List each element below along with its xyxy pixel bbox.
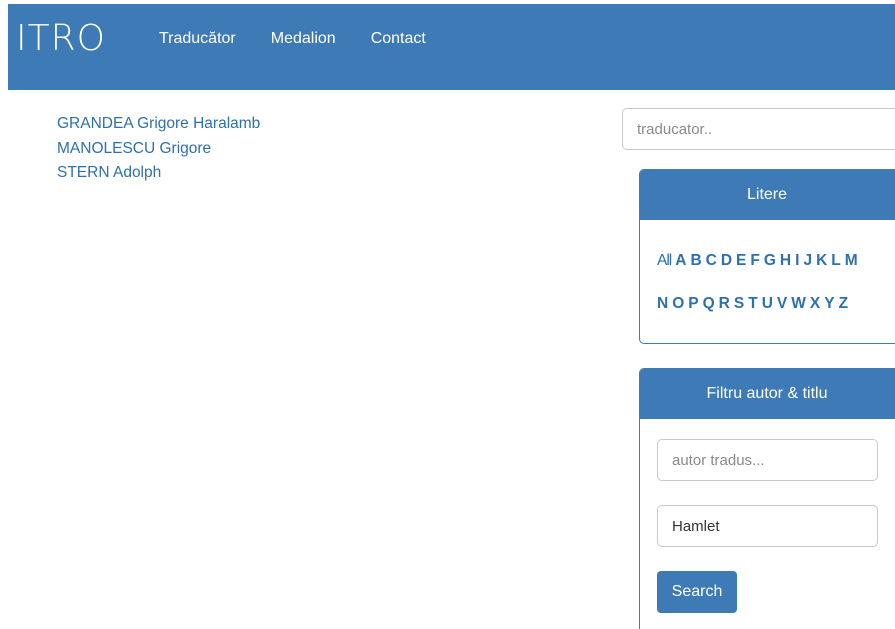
letter-link[interactable]: C bbox=[706, 252, 717, 270]
letters-row-1: All A B C D E F G H I J K L M bbox=[657, 252, 862, 270]
letter-link[interactable]: J bbox=[803, 252, 812, 270]
letter-link[interactable]: T bbox=[748, 295, 757, 313]
letters-row-2: N O P Q R S T U V W X Y Z bbox=[657, 295, 852, 313]
letter-link[interactable]: I bbox=[795, 252, 799, 270]
filter-panel: Filtru autor & titlu Search bbox=[639, 368, 895, 629]
letter-link[interactable]: O bbox=[672, 295, 684, 313]
letter-link[interactable]: X bbox=[810, 295, 820, 313]
letter-link[interactable]: K bbox=[816, 252, 827, 270]
search-button[interactable]: Search bbox=[657, 571, 737, 613]
letters-panel: Litere All A B C D E F G H I J K L M N O… bbox=[639, 169, 895, 344]
letter-link[interactable]: H bbox=[780, 252, 791, 270]
result-link[interactable]: STERN Adolph bbox=[57, 161, 260, 186]
author-filter-input[interactable] bbox=[657, 439, 878, 481]
letter-link[interactable]: Q bbox=[703, 295, 715, 313]
letter-link[interactable]: U bbox=[762, 295, 773, 313]
letter-link[interactable]: S bbox=[734, 295, 744, 313]
nav-link-traducator[interactable]: Traducător bbox=[159, 30, 236, 48]
letter-link[interactable]: F bbox=[750, 252, 759, 270]
letter-link[interactable]: Y bbox=[824, 295, 834, 313]
letter-link[interactable]: B bbox=[690, 252, 701, 270]
letter-link[interactable]: P bbox=[688, 295, 698, 313]
nav-links: Traducător Medalion Contact bbox=[159, 30, 461, 48]
result-link[interactable]: GRANDEA Grigore Haralamb bbox=[57, 112, 260, 137]
nav-link-contact[interactable]: Contact bbox=[371, 30, 426, 48]
letter-link[interactable]: M bbox=[845, 252, 858, 270]
letter-link[interactable]: W bbox=[791, 295, 806, 313]
brand-logo[interactable]: ITRO bbox=[16, 18, 106, 59]
letters-panel-title: Litere bbox=[640, 170, 895, 220]
title-filter-input[interactable] bbox=[657, 505, 878, 547]
result-link[interactable]: MANOLESCU Grigore bbox=[57, 137, 260, 162]
letter-link[interactable]: R bbox=[719, 295, 730, 313]
nav-link-medalion[interactable]: Medalion bbox=[271, 30, 336, 48]
letter-link[interactable]: Z bbox=[839, 295, 848, 313]
filter-panel-title: Filtru autor & titlu bbox=[640, 369, 895, 419]
letter-link-all[interactable]: All bbox=[657, 252, 672, 270]
translator-results-list: GRANDEA Grigore Haralamb MANOLESCU Grigo… bbox=[57, 112, 260, 186]
letter-link[interactable]: G bbox=[764, 252, 776, 270]
letter-link[interactable]: D bbox=[721, 252, 732, 270]
letter-link[interactable]: N bbox=[657, 295, 668, 313]
letter-link[interactable]: L bbox=[831, 252, 840, 270]
letter-link[interactable]: E bbox=[736, 252, 746, 270]
translator-search-input[interactable] bbox=[622, 108, 895, 150]
letter-link[interactable]: A bbox=[675, 252, 686, 270]
top-navbar: ITRO Traducător Medalion Contact bbox=[8, 4, 895, 90]
letter-link[interactable]: V bbox=[777, 295, 787, 313]
